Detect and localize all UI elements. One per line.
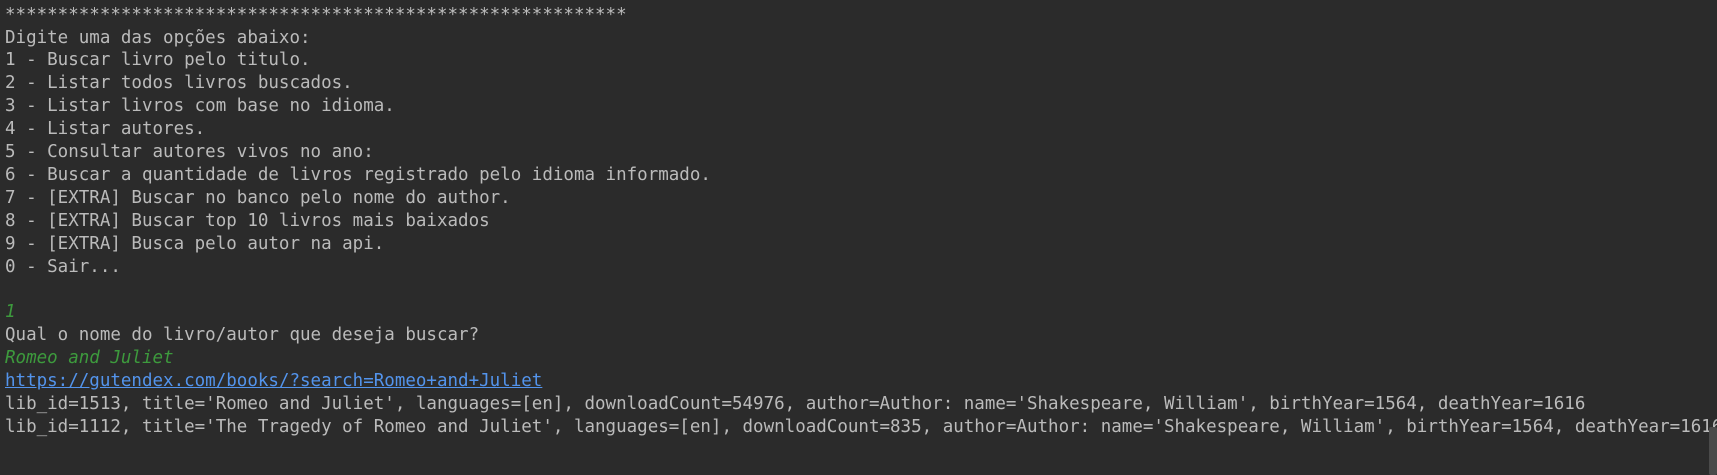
menu-option-7: 7 - [EXTRA] Buscar no banco pelo nome do…: [5, 188, 511, 208]
menu-option-0: 0 - Sair...: [5, 257, 121, 277]
menu-option-6: 6 - Buscar a quantidade de livros regist…: [5, 165, 711, 185]
user-query-input: Romeo and Juliet: [5, 348, 174, 368]
result-line-1: lib_id=1513, title='Romeo and Juliet', l…: [5, 394, 1586, 414]
menu-option-4: 4 - Listar autores.: [5, 119, 206, 139]
separator-line: ****************************************…: [5, 5, 627, 25]
console-output: ****************************************…: [0, 0, 1717, 475]
menu-option-2: 2 - Listar todos livros buscados.: [5, 73, 353, 93]
horizontal-scrollbar-thumb[interactable]: [1709, 427, 1717, 475]
search-question: Qual o nome do livro/autor que deseja bu…: [5, 325, 480, 345]
menu-option-1: 1 - Buscar livro pelo titulo.: [5, 50, 311, 70]
menu-option-8: 8 - [EXTRA] Buscar top 10 livros mais ba…: [5, 211, 490, 231]
menu-option-5: 5 - Consultar autores vivos no ano:: [5, 142, 374, 162]
user-choice-input: 1: [5, 302, 16, 322]
result-line-2: lib_id=1112, title='The Tragedy of Romeo…: [5, 417, 1717, 437]
menu-option-9: 9 - [EXTRA] Busca pelo autor na api.: [5, 234, 385, 254]
menu-option-3: 3 - Listar livros com base no idioma.: [5, 96, 395, 116]
request-url-link[interactable]: https://gutendex.com/books/?search=Romeo…: [5, 369, 542, 394]
